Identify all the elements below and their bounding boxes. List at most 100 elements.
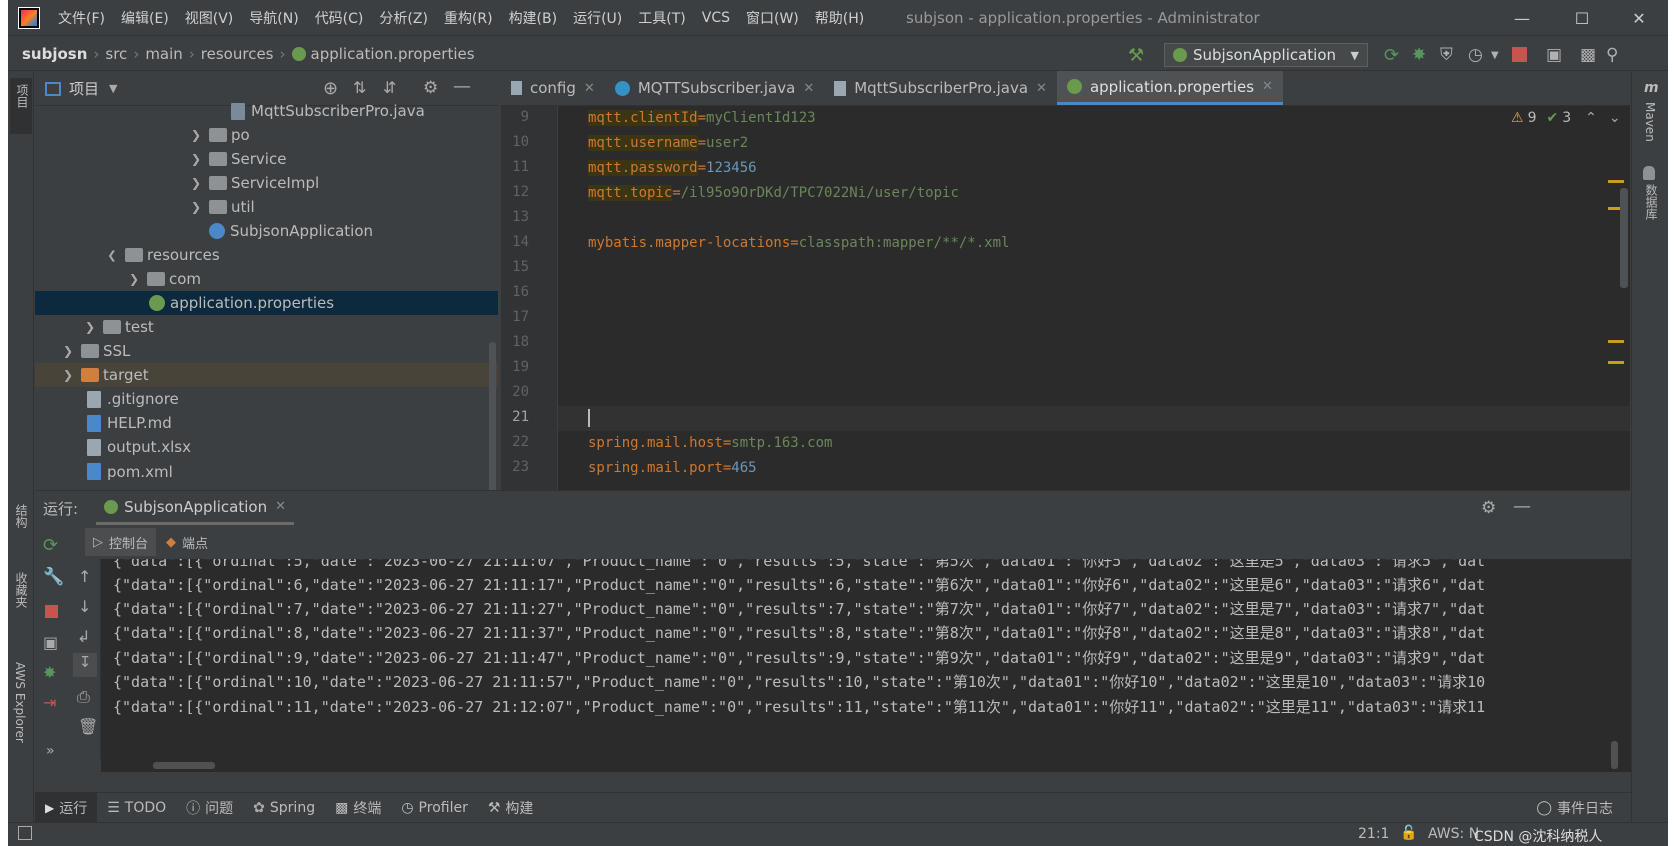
camera-icon[interactable]: ▣ [43,633,58,652]
inspection-widget[interactable]: ⚠ 9 ✔ 3 ⌃ ⌄ [1511,110,1621,126]
tool-event-log[interactable]: ◯ 事件日志 [1526,793,1623,823]
tree-item-subjsonapplication[interactable]: SubjsonApplication [35,219,498,243]
wrench-icon[interactable]: 🔧 [43,567,64,587]
coverage-icon[interactable]: ⛨ [1440,45,1460,65]
editor-scrollbar[interactable] [1620,188,1628,288]
chevron-right-icon[interactable]: ❯ [61,368,75,382]
console-vertical-scrollbar[interactable] [1611,741,1618,769]
build-hammer-icon[interactable]: ⚒ [1128,45,1148,66]
close-tab-icon[interactable]: ✕ [803,81,814,96]
tree-item-pom-xml[interactable]: pom.xml [35,459,498,490]
maximize-icon[interactable]: ☐ [1571,8,1593,30]
tree-item-po[interactable]: ❯ po [35,123,498,147]
tab-mqttsubscriber[interactable]: MQTTSubscriber.java ✕ [605,71,824,105]
project-tool-button[interactable]: 项目 [10,78,32,134]
tool-terminal[interactable]: ▩ 终端 [325,793,391,823]
aws-connection-status[interactable]: AWS: N [1428,826,1479,842]
menu-window[interactable]: 窗口(W) [738,8,807,28]
breadcrumb-file[interactable]: application.properties [286,45,481,63]
tool-build[interactable]: ⚒ 构建 [478,793,544,823]
maven-tool-label[interactable]: Maven [1643,102,1657,142]
console-horizontal-scrollbar[interactable] [153,762,215,769]
tool-problems[interactable]: ⓘ 问题 [176,793,243,823]
menu-code[interactable]: 代码(C) [307,8,372,28]
tree-item-util[interactable]: ❯ util [35,195,498,219]
tree-item-ssl[interactable]: ❯ SSL [35,339,498,363]
menu-run[interactable]: 运行(U) [565,8,630,28]
breadcrumb-resources[interactable]: resources [195,45,280,63]
chevron-right-icon[interactable]: ❯ [189,128,203,142]
tree-item-output-xlsx[interactable]: output.xlsx [35,435,498,459]
print-icon[interactable]: ⎙ [77,687,90,707]
code-line[interactable]: mqtt.password=123456 [558,156,1630,181]
code-line-current[interactable] [558,406,1630,431]
tool-spring[interactable]: ✿ Spring [243,793,325,823]
tree-item-gitignore[interactable]: .gitignore [35,387,498,411]
code-line[interactable] [558,206,1630,231]
stop-icon[interactable] [45,605,58,618]
chevron-right-icon[interactable]: ❯ [189,152,203,166]
project-structure-icon[interactable]: ▣ [1546,45,1566,65]
tool-run[interactable]: ▶ 运行 [35,792,98,823]
tab-application-properties[interactable]: application.properties ✕ [1056,71,1283,105]
menu-tools[interactable]: 工具(T) [630,8,693,28]
run-tab-subjsonapplication[interactable]: SubjsonApplication ✕ [96,491,294,525]
menu-navigate[interactable]: 导航(N) [241,8,306,28]
stop-icon[interactable] [1512,47,1527,62]
tab-config[interactable]: config ✕ [501,71,605,105]
arrow-up-icon[interactable]: ↑ [78,567,91,586]
close-tab-icon[interactable]: ✕ [1262,79,1273,94]
tree-item-target[interactable]: ❯ target [35,363,498,387]
tab-mqttsubscriberpro[interactable]: MqttSubscriberPro.java ✕ [824,71,1057,105]
code-line[interactable]: spring.mail.host=smtp.163.com [558,431,1630,456]
menu-refactor[interactable]: 重构(R) [436,8,501,28]
code-line[interactable]: mqtt.username=user2 [558,131,1630,156]
menu-help[interactable]: 帮助(H) [807,8,872,28]
tab-endpoints[interactable]: ◆ 端点 [156,528,218,556]
rerun-icon[interactable]: ⟳ [43,535,58,556]
breadcrumb-main[interactable]: main [139,45,188,63]
code-line[interactable]: spring.mail.port=465 [558,456,1630,481]
menu-file[interactable]: 文件(F) [50,8,113,28]
database-tool-label[interactable]: 数据库 [1643,184,1660,220]
chevron-down-icon[interactable]: ❮ [105,249,119,262]
project-panel-title[interactable]: 项目 [69,78,99,99]
arrow-down-icon[interactable]: ↓ [78,597,91,616]
next-highlight-icon[interactable]: ⌄ [1609,110,1621,126]
tree-item-test[interactable]: ❯ test [35,315,498,339]
tool-todo[interactable]: ☰ TODO [97,793,176,823]
more-icon[interactable]: » [46,743,55,759]
menu-analyze[interactable]: 分析(Z) [371,8,436,28]
code-editor[interactable]: mqtt.clientId=myClientId123 mqtt.usernam… [558,106,1630,490]
tab-console[interactable]: ▷ 控制台 [85,528,157,556]
tool-profiler[interactable]: ◷ Profiler [391,793,478,823]
tree-item-application-properties[interactable]: application.properties [35,291,498,315]
caret-position[interactable]: 21:1 [1358,826,1389,842]
scroll-to-end-icon[interactable]: ↧ [73,653,97,677]
hide-panel-icon[interactable]: — [453,76,471,97]
soft-wrap-icon[interactable]: ↲ [77,627,90,646]
tree-item-com[interactable]: ❯ com [35,267,498,291]
tree-item-resources[interactable]: ❮ resources [35,243,498,267]
code-line[interactable]: mqtt.clientId=myClientId123 [558,106,1630,131]
aws-explorer-tool-label[interactable]: AWS Explorer [13,662,27,743]
close-window-icon[interactable]: ✕ [1628,8,1650,30]
profiler-icon[interactable]: ◷ [1468,45,1488,65]
debug-icon[interactable]: ✸ [1412,45,1432,65]
close-tab-icon[interactable]: ✕ [275,499,286,514]
menu-vcs[interactable]: VCS [694,10,738,26]
menu-edit[interactable]: 编辑(E) [113,8,177,28]
run-configuration-select[interactable]: SubjsonApplication ▼ [1164,43,1368,67]
expand-all-icon[interactable]: ⇅ [353,78,366,97]
code-line[interactable]: mybatis.mapper-locations=classpath:mappe… [558,231,1630,256]
chevron-right-icon[interactable]: ❯ [127,272,141,286]
locate-icon[interactable]: ⊕ [323,78,338,99]
gear-icon[interactable]: ⚙ [1481,498,1496,518]
breadcrumb-project[interactable]: subjosn [8,45,93,63]
chevron-down-icon[interactable]: ▼ [109,82,117,95]
chevron-right-icon[interactable]: ❯ [83,320,97,334]
terminal-toolbar-icon[interactable]: ▩ [1580,45,1600,65]
tree-item-service[interactable]: ❯ Service [35,147,498,171]
menu-build[interactable]: 构建(B) [501,8,566,28]
console-output[interactable]: {"data":[{"ordinal":5,"date":"2023-06-27… [101,559,1631,772]
